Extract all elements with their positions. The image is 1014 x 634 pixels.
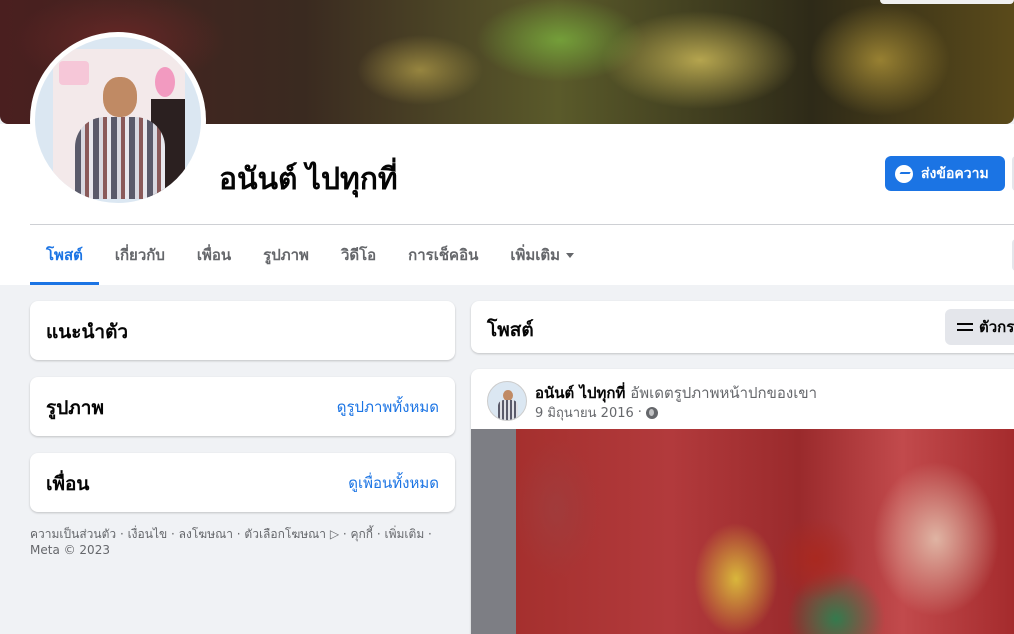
- cover-edit-button[interactable]: [880, 0, 1014, 4]
- profile-name: อนันต์ ไปทุกที่: [219, 163, 398, 196]
- filter-icon: [957, 321, 973, 333]
- intro-card: แนะนำตัว: [30, 301, 455, 360]
- post-photo: [516, 429, 1014, 634]
- tab-more[interactable]: เพิ่มเติม: [494, 225, 590, 285]
- post-author-name[interactable]: อนันต์ ไปทุกที่: [535, 384, 625, 402]
- tab-label: วิดีโอ: [340, 246, 377, 264]
- posts-header-card: โพสต์ ตัวกรอง: [471, 301, 1014, 353]
- send-message-label: ส่งข้อความ: [921, 165, 989, 182]
- friends-title[interactable]: เพื่อน: [46, 469, 89, 499]
- tab-label: โพสต์: [46, 246, 83, 264]
- photos-title[interactable]: รูปภาพ: [46, 393, 104, 423]
- posts-title: โพสต์: [487, 319, 534, 341]
- profile-tabs: โพสต์ เกี่ยวกับ เพื่อน รูปภาพ วิดีโอ การ…: [30, 225, 590, 285]
- caret-down-icon: [566, 252, 575, 258]
- profile-picture[interactable]: [30, 32, 206, 208]
- post-image[interactable]: [471, 429, 1014, 634]
- intro-title: แนะนำตัว: [46, 321, 129, 343]
- friends-card: เพื่อน ดูเพื่อนทั้งหมด: [30, 453, 455, 512]
- tab-label: การเช็คอิน: [408, 246, 479, 264]
- avatar: [35, 37, 201, 203]
- filter-label: ตัวกรอง: [979, 318, 1014, 336]
- tab-checkins[interactable]: การเช็คอิน: [392, 225, 494, 285]
- tab-about[interactable]: เกี่ยวกับ: [99, 225, 181, 285]
- meta-separator: ·: [637, 405, 642, 420]
- messenger-icon: [895, 164, 913, 183]
- post-date[interactable]: 9 มิถุนายน 2016: [535, 402, 634, 423]
- globe-icon[interactable]: [645, 406, 658, 419]
- post-author-avatar[interactable]: [487, 381, 527, 421]
- tab-label: เกี่ยวกับ: [114, 246, 165, 264]
- tab-label: เพิ่มเติม: [510, 246, 561, 264]
- tab-photos[interactable]: รูปภาพ: [247, 225, 325, 285]
- filter-button[interactable]: ตัวกรอง: [945, 309, 1014, 345]
- post-action: อัพเดตรูปภาพหน้าปกของเขา: [630, 384, 818, 402]
- tab-posts[interactable]: โพสต์: [30, 225, 99, 285]
- see-all-friends-link[interactable]: ดูเพื่อนทั้งหมด: [348, 471, 439, 495]
- tab-label: เพื่อน: [196, 246, 232, 264]
- post-card: อนันต์ ไปทุกที่ อัพเดตรูปภาพหน้าปกของเขา…: [471, 369, 1014, 634]
- tab-friends[interactable]: เพื่อน: [181, 225, 247, 285]
- tab-videos[interactable]: วิดีโอ: [325, 225, 392, 285]
- see-all-photos-link[interactable]: ดูรูปภาพทั้งหมด: [337, 395, 439, 419]
- footer-links[interactable]: ความเป็นส่วนตัว · เงื่อนไข · ลงโฆษณา · ต…: [30, 526, 450, 558]
- tab-label: รูปภาพ: [263, 246, 309, 264]
- avatar-photo: [53, 49, 185, 199]
- post-meta: 9 มิถุนายน 2016 ·: [535, 402, 658, 423]
- send-message-button[interactable]: ส่งข้อความ: [885, 156, 1005, 191]
- photos-card: รูปภาพ ดูรูปภาพทั้งหมด: [30, 377, 455, 436]
